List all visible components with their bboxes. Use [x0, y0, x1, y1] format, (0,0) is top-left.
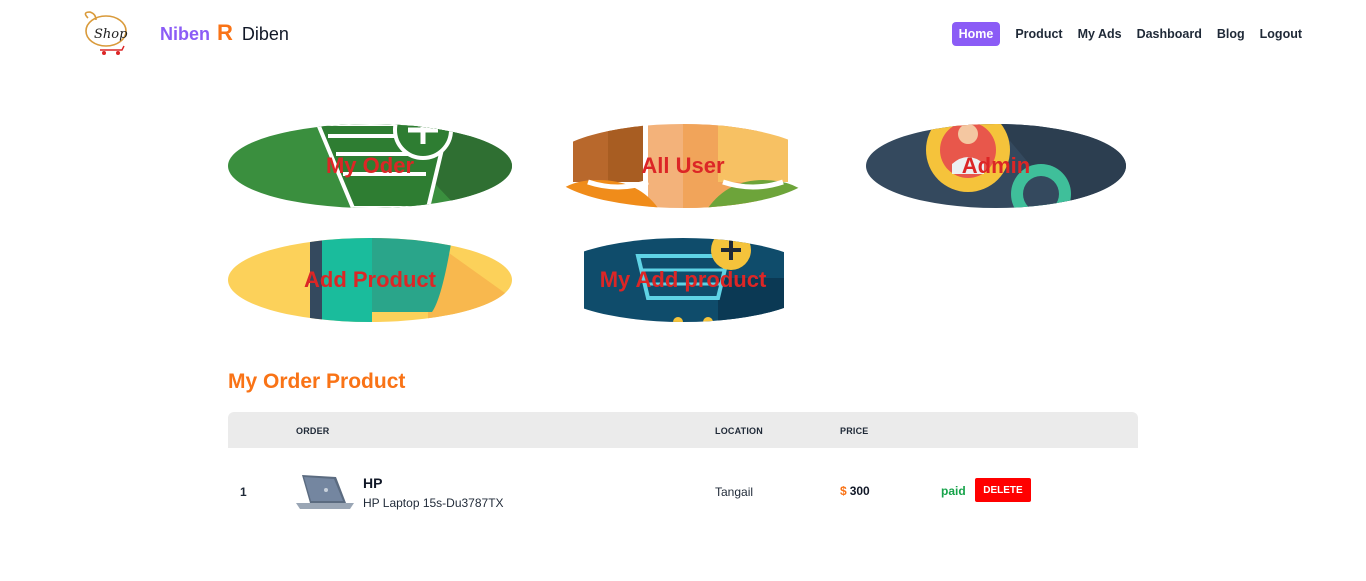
- nav-blog[interactable]: Blog: [1217, 23, 1245, 45]
- card-label: My Oder: [325, 153, 415, 178]
- delete-button[interactable]: DELETE: [975, 478, 1031, 502]
- row-index: 1: [240, 485, 247, 499]
- product-description: HP Laptop 15s-Du3787TX: [363, 496, 504, 510]
- currency-symbol: $: [840, 484, 847, 498]
- payment-status: paid: [941, 484, 966, 498]
- brand-part-2: R: [217, 20, 233, 45]
- card-admin[interactable]: Admin: [866, 124, 1126, 208]
- nav-product[interactable]: Product: [1015, 23, 1062, 45]
- svg-text:Shop: Shop: [94, 27, 128, 42]
- card-label: My Add product: [599, 267, 767, 292]
- card-all-user[interactable]: All User: [548, 124, 818, 208]
- price-value: 300: [849, 484, 870, 498]
- card-add-product[interactable]: Add Product: [228, 238, 512, 322]
- order-price: $300: [840, 484, 870, 498]
- table-row: 1 HP HP Laptop 15s-Du3787TX Tangail $300…: [228, 448, 1138, 532]
- brand-part-1: Niben: [160, 24, 211, 44]
- card-label: All User: [641, 153, 725, 178]
- navbar: Shop Niben R Diben Home Product My Ads D…: [0, 0, 1366, 68]
- nav-my-ads[interactable]: My Ads: [1078, 23, 1122, 45]
- table-header: ORDER LOCATION PRICE: [228, 412, 1138, 448]
- column-header-location: LOCATION: [715, 426, 763, 436]
- product-name: HP: [363, 475, 383, 491]
- order-location: Tangail: [715, 485, 754, 499]
- laptop-thumbnail-icon: [296, 475, 354, 509]
- nav-menu: Home Product My Ads Dashboard Blog Logou…: [951, 22, 1302, 46]
- shop-logo-icon[interactable]: Shop: [78, 8, 134, 58]
- card-my-add-product[interactable]: My Add product: [548, 238, 818, 322]
- nav-home[interactable]: Home: [951, 22, 1001, 46]
- column-header-price: PRICE: [840, 426, 869, 436]
- orders-table: ORDER LOCATION PRICE 1 HP HP Laptop 15s-…: [228, 412, 1138, 532]
- brand-part-3: Diben: [241, 24, 289, 44]
- card-my-order[interactable]: My Oder: [228, 124, 512, 208]
- brand-name[interactable]: Niben R Diben: [160, 20, 289, 48]
- nav-logout[interactable]: Logout: [1260, 23, 1302, 45]
- card-label: Add Product: [304, 267, 436, 292]
- column-header-order: ORDER: [296, 426, 330, 436]
- card-label: Admin: [961, 153, 1031, 178]
- section-title: My Order Product: [228, 370, 406, 393]
- nav-dashboard[interactable]: Dashboard: [1137, 23, 1202, 45]
